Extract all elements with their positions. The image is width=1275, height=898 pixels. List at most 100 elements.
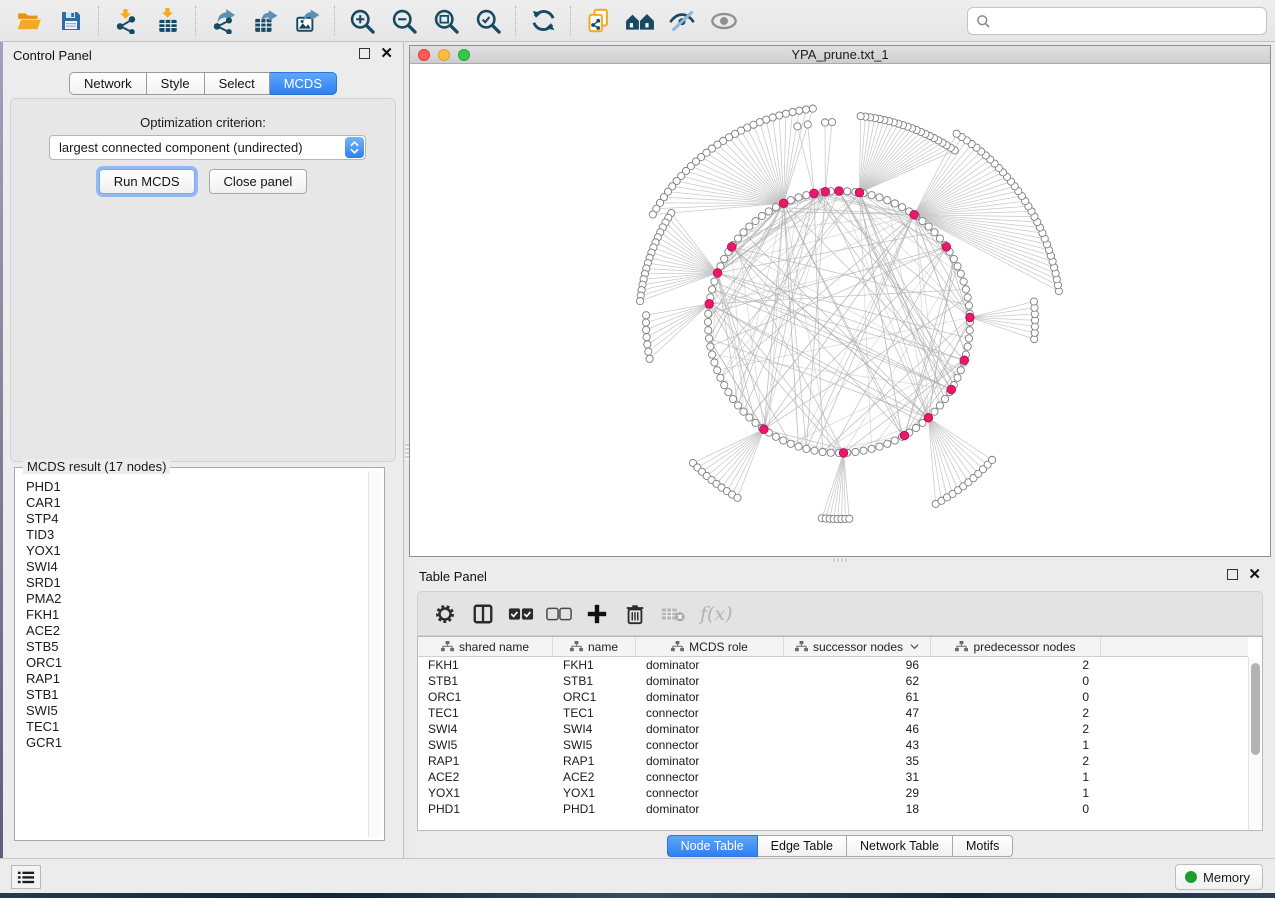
open-folder-icon[interactable] <box>8 3 50 39</box>
column-header-filler <box>1101 637 1248 656</box>
main-toolbar <box>0 0 1275 42</box>
mcds-node: YOX1 <box>26 543 367 559</box>
close-panel-icon[interactable]: ✕ <box>1248 569 1261 580</box>
zoom-out-icon[interactable] <box>383 3 425 39</box>
export-image-icon[interactable] <box>286 3 328 39</box>
optimization-criterion-label: Optimization criterion: <box>11 115 395 130</box>
table-cell: 0 <box>931 690 1101 704</box>
table-row[interactable]: YOX1YOX1connector291 <box>418 785 1248 801</box>
hide-selected-eye-icon[interactable] <box>661 3 703 39</box>
mcds-node: STB1 <box>26 687 367 703</box>
table-cell: 2 <box>931 722 1101 736</box>
export-network-icon[interactable] <box>202 3 244 39</box>
mcds-node: TID3 <box>26 527 367 543</box>
dropdown-stepper-icon <box>345 137 364 158</box>
tab-edge-table[interactable]: Edge Table <box>758 835 847 857</box>
table-cell: PHD1 <box>418 802 553 816</box>
mcds-node: SWI5 <box>26 703 367 719</box>
import-network-icon[interactable] <box>105 3 147 39</box>
select-all-columns-icon[interactable] <box>506 599 536 629</box>
tab-network-table[interactable]: Network Table <box>847 835 953 857</box>
table-cell: connector <box>636 770 784 784</box>
toolbar-search <box>967 7 1267 35</box>
zoom-fit-icon[interactable] <box>425 3 467 39</box>
export-table-icon[interactable] <box>244 3 286 39</box>
table-cell: dominator <box>636 754 784 768</box>
table-row[interactable]: SWI4SWI4dominator462 <box>418 721 1248 737</box>
function-builder-icon[interactable]: f(x) <box>700 603 733 625</box>
table-cell: 2 <box>931 658 1101 672</box>
mcds-result-list[interactable]: PHD1CAR1STP4TID3YOX1SWI4SRD1PMA2FKH1ACE2… <box>18 471 367 837</box>
tab-motifs[interactable]: Motifs <box>953 835 1013 857</box>
table-toolbar: f(x) <box>417 591 1263 636</box>
table-settings-gear-icon[interactable] <box>430 599 460 629</box>
create-column-plus-icon[interactable] <box>582 599 612 629</box>
close-panel-button[interactable]: Close panel <box>209 169 308 194</box>
deselect-all-columns-icon[interactable] <box>544 599 574 629</box>
show-all-houses-icon[interactable] <box>619 3 661 39</box>
show-column-panel-icon[interactable] <box>468 599 498 629</box>
import-table-icon[interactable] <box>147 3 189 39</box>
table-cell: ORC1 <box>553 690 636 704</box>
save-icon[interactable] <box>50 3 92 39</box>
table-cell: 61 <box>784 690 931 704</box>
scrollbar-thumb[interactable] <box>1251 663 1260 755</box>
table-row[interactable]: STB1STB1dominator620 <box>418 673 1248 689</box>
tab-mcds[interactable]: MCDS <box>270 72 337 95</box>
column-header-shared-name[interactable]: shared name <box>418 637 553 656</box>
run-mcds-button[interactable]: Run MCDS <box>99 169 195 194</box>
delete-column-trash-icon[interactable] <box>620 599 650 629</box>
mcds-node: CAR1 <box>26 495 367 511</box>
table-cell: ACE2 <box>418 770 553 784</box>
mcds-node: PMA2 <box>26 591 367 607</box>
table-row[interactable]: FKH1FKH1dominator962 <box>418 657 1248 673</box>
tab-node-table[interactable]: Node Table <box>667 835 758 857</box>
minimize-window-icon[interactable] <box>438 49 450 61</box>
tab-select[interactable]: Select <box>205 72 270 95</box>
column-header-name[interactable]: name <box>553 637 636 656</box>
show-hidden-eye-icon[interactable] <box>703 3 745 39</box>
table-row[interactable]: TEC1TEC1connector472 <box>418 705 1248 721</box>
task-history-icon[interactable] <box>11 865 41 889</box>
table-row[interactable]: RAP1RAP1dominator352 <box>418 753 1248 769</box>
float-panel-icon[interactable] <box>359 48 370 59</box>
table-row[interactable]: PHD1PHD1dominator180 <box>418 801 1248 817</box>
search-input[interactable] <box>991 14 1258 29</box>
table-cell: 47 <box>784 706 931 720</box>
memory-button[interactable]: Memory <box>1175 864 1263 890</box>
network-graph[interactable] <box>410 64 1270 556</box>
column-header-predecessor-nodes[interactable]: predecessor nodes <box>931 637 1101 656</box>
column-header-successor-nodes[interactable]: successor nodes <box>784 637 931 656</box>
network-window: YPA_prune.txt_1 <box>409 45 1271 557</box>
refresh-icon[interactable] <box>522 3 564 39</box>
close-panel-icon[interactable]: ✕ <box>380 48 393 59</box>
network-window-titlebar[interactable]: YPA_prune.txt_1 <box>410 46 1270 64</box>
table-cell: dominator <box>636 690 784 704</box>
table-cell: 62 <box>784 674 931 688</box>
clone-network-icon[interactable] <box>577 3 619 39</box>
tab-network[interactable]: Network <box>69 72 147 95</box>
close-window-icon[interactable] <box>418 49 430 61</box>
float-panel-icon[interactable] <box>1227 569 1238 580</box>
table-scrollbar[interactable] <box>1248 657 1262 830</box>
mcds-node: SRD1 <box>26 575 367 591</box>
mcds-list-scrollbar[interactable] <box>368 471 381 837</box>
table-cell: 2 <box>931 754 1101 768</box>
column-header-MCDS-role[interactable]: MCDS role <box>636 637 784 656</box>
zoom-window-icon[interactable] <box>458 49 470 61</box>
zoom-in-icon[interactable] <box>341 3 383 39</box>
tab-style[interactable]: Style <box>147 72 205 95</box>
toolbar-separator <box>570 6 571 36</box>
table-cell: 18 <box>784 802 931 816</box>
criterion-dropdown[interactable]: largest connected component (undirected) <box>49 135 366 160</box>
cytoscape-window: Control Panel ✕ NetworkStyleSelectMCDS O… <box>0 0 1275 898</box>
delete-table-icon[interactable] <box>658 599 688 629</box>
table-cell: 0 <box>931 802 1101 816</box>
table-row[interactable]: ACE2ACE2connector311 <box>418 769 1248 785</box>
zoom-selected-icon[interactable] <box>467 3 509 39</box>
table-cell: 2 <box>931 706 1101 720</box>
table-cell: connector <box>636 706 784 720</box>
table-row[interactable]: ORC1ORC1dominator610 <box>418 689 1248 705</box>
table-row[interactable]: SWI5SWI5connector431 <box>418 737 1248 753</box>
toolbar-separator <box>334 6 335 36</box>
